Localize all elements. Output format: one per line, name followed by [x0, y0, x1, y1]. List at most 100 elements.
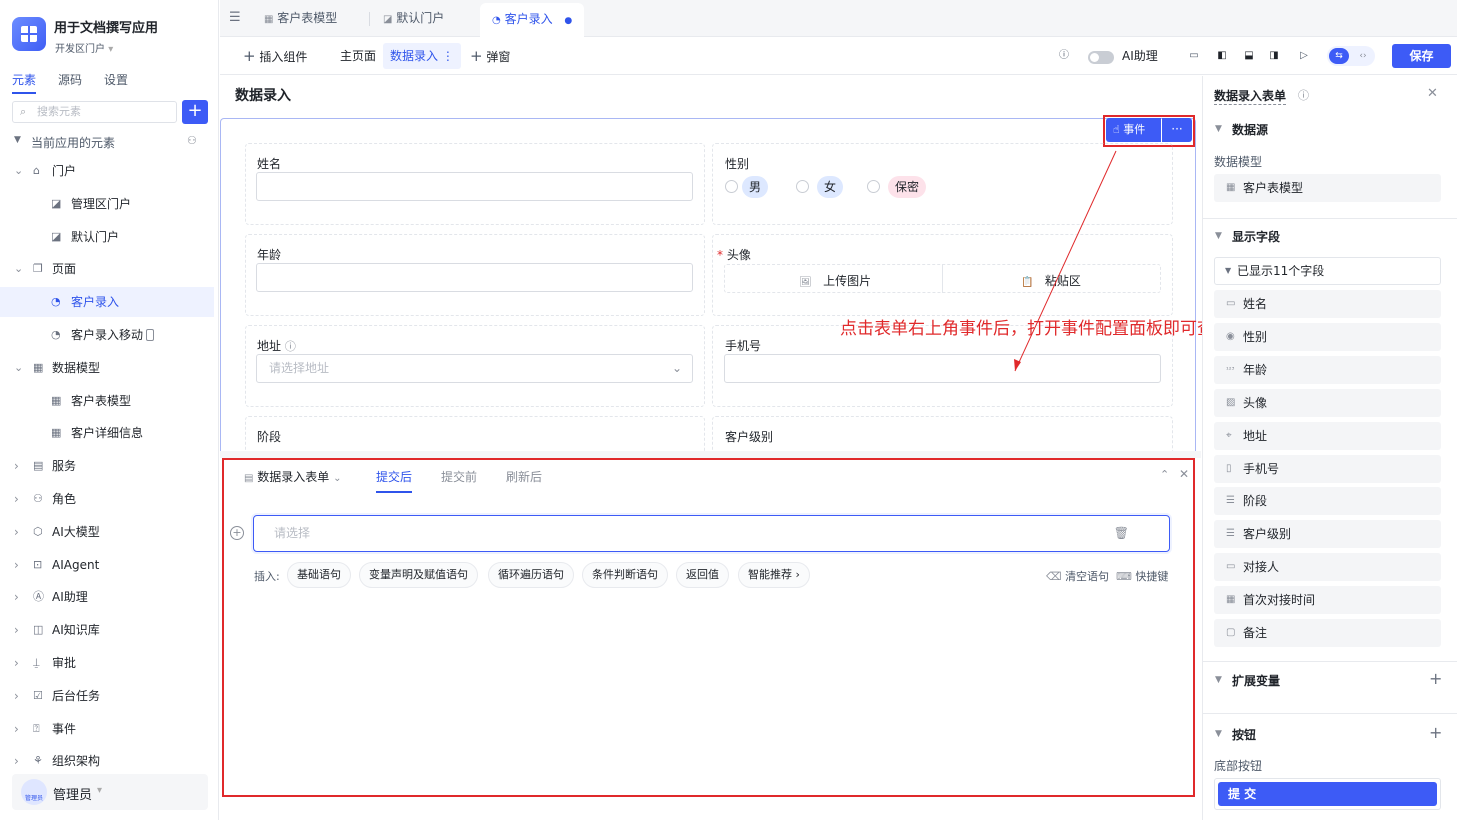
tree-item[interactable]: › ⬡ AI大模型 [0, 517, 214, 547]
ai-assistant-toggle[interactable] [1088, 51, 1114, 64]
display-field-item[interactable]: ◉ 性别 [1214, 322, 1441, 351]
tree-item[interactable]: › ⍊ 审批 [0, 648, 214, 678]
design-mode-icon[interactable]: ⇆ [1329, 48, 1349, 64]
popup-button[interactable]: + 弹窗 [470, 37, 510, 75]
caret-down-icon[interactable]: ▼ [1215, 124, 1222, 134]
collapse-sidebar-icon[interactable]: ☰ [229, 10, 241, 25]
submit-button[interactable]: 提 交 [1218, 782, 1437, 806]
chip-return-value[interactable]: 返回值 [676, 562, 729, 588]
form-selector[interactable]: ▤ 数据录入表单 ⌄ [244, 468, 342, 485]
tree-item[interactable]: ⌄ ⌂ 门户 [0, 156, 214, 186]
display-field-item[interactable]: ▭ 姓名 [1214, 290, 1441, 318]
tree-item[interactable]: ◔ 客户录入移动 [0, 320, 214, 350]
home-page-button[interactable]: 主页面 [340, 37, 376, 75]
chip-variable-statement[interactable]: 变量声明及赋值语句 [359, 562, 478, 588]
help-icon[interactable]: ⓘ [1056, 48, 1072, 64]
display-field-item[interactable]: ☰ 客户级别 [1214, 520, 1441, 549]
display-field-item[interactable]: ⌖ 地址 [1214, 421, 1441, 450]
display-field-item[interactable]: ▢ 备注 [1214, 619, 1441, 647]
chip-condition-statement[interactable]: 条件判断语句 [582, 562, 668, 588]
tree-item[interactable]: › ⚇ 角色 [0, 484, 214, 514]
tree-settings-icon[interactable]: ⚇ [187, 134, 197, 147]
tree-item[interactable]: ▦ 客户表模型 [0, 386, 214, 416]
close-icon[interactable]: ✕ [1427, 86, 1438, 101]
chevron-right-icon[interactable]: › [14, 451, 19, 481]
shortcut-button[interactable]: ⌨ 快捷键 [1116, 568, 1168, 584]
tab-after-refresh[interactable]: 刷新后 [506, 468, 542, 485]
tab-elements[interactable]: 元素 [12, 71, 37, 94]
add-ext-var-icon[interactable]: + [1429, 669, 1442, 688]
tab-customer-entry[interactable]: ◔ 客户录入 ● [480, 3, 585, 37]
view-mode-switch[interactable]: ⇆ ‹› [1327, 46, 1375, 66]
chip-loop-statement[interactable]: 循环遍历语句 [488, 562, 574, 588]
chevron-down-icon[interactable]: ⌄ [14, 353, 23, 383]
field-card-stage[interactable] [245, 416, 705, 456]
radio-male[interactable] [725, 180, 738, 193]
chip-basic-statement[interactable]: 基础语句 [287, 562, 351, 588]
tab-after-submit[interactable]: 提交后 [376, 468, 413, 493]
address-select[interactable]: 请选择地址 ⌄ [256, 354, 693, 383]
event-button[interactable]: ☝ 事件 [1106, 118, 1161, 142]
upload-image-button[interactable]: 🖼 上传图片 [799, 272, 871, 289]
chevron-down-icon[interactable]: ⌄ [14, 156, 23, 186]
code-mode-icon[interactable]: ‹› [1354, 48, 1372, 64]
add-statement-icon[interactable]: + [230, 526, 244, 540]
tab-before-submit[interactable]: 提交前 [441, 468, 477, 485]
display-field-item[interactable]: ▦ 首次对接时间 [1214, 586, 1441, 615]
chevron-right-icon[interactable]: › [14, 484, 19, 514]
tree-item[interactable]: ▦ 客户详细信息 [0, 418, 214, 448]
tree-item[interactable]: › ▤ 服务 [0, 451, 214, 481]
save-button[interactable]: 保存 [1392, 44, 1451, 68]
caret-down-icon[interactable]: ▼ [1215, 675, 1222, 685]
data-model-select[interactable]: ▦ 客户表模型 [1214, 174, 1441, 202]
field-card-level[interactable] [712, 416, 1173, 456]
chevron-right-icon[interactable]: › [14, 681, 19, 711]
display-field-item[interactable]: ▯ 手机号 [1214, 454, 1441, 483]
name-input[interactable] [256, 172, 693, 201]
caret-down-icon[interactable]: ▼ [1215, 231, 1222, 241]
radio-female[interactable] [796, 180, 809, 193]
portal-switcher[interactable]: 开发区门户 ▾ [55, 40, 113, 55]
clear-statements-button[interactable]: ⌫ 清空语句 [1046, 568, 1109, 584]
tree-item[interactable]: › ◫ AI知识库 [0, 615, 214, 645]
insert-component-button[interactable]: + 插入组件 [243, 37, 307, 75]
data-entry-page-button[interactable]: 数据录入 ⋮ [383, 43, 461, 69]
bottom-panel-icon[interactable]: ⬓ [1241, 48, 1257, 64]
close-icon[interactable]: ✕ [1179, 467, 1189, 481]
search-input[interactable]: ⌕ 搜索元素 [12, 101, 177, 123]
preview-play-icon[interactable]: ▷ [1296, 48, 1312, 64]
chevron-right-icon[interactable]: › [14, 615, 19, 645]
collapse-up-icon[interactable]: ⌃ [1160, 468, 1169, 481]
display-field-item[interactable]: ▨ 头像 [1214, 388, 1441, 417]
tree-item[interactable]: › ⚘ 组织架构 [0, 746, 214, 776]
tree-item[interactable]: › ⊡ AIAgent [0, 550, 214, 580]
chevron-down-icon[interactable]: ⌄ [14, 254, 23, 284]
tree-item[interactable]: ⌄ ▦ 数据模型 [0, 353, 214, 383]
chevron-right-icon[interactable]: › [14, 714, 19, 744]
layout-icon[interactable]: ▭ [1186, 48, 1202, 64]
left-panel-icon[interactable]: ◧ [1214, 48, 1230, 64]
shown-fields-toggle[interactable]: ▼ 已显示11个字段 [1214, 257, 1441, 285]
display-field-item[interactable]: ¹²³ 年龄 [1214, 355, 1441, 384]
chevron-right-icon[interactable]: › [14, 648, 19, 678]
tab-customer-model[interactable]: ▦ 客户表模型 [264, 0, 337, 37]
tree-item[interactable]: ◔ 客户录入 [0, 287, 214, 318]
radio-secret[interactable] [867, 180, 880, 193]
statement-select[interactable]: 请选择 🗑 [253, 515, 1170, 552]
trash-icon[interactable]: 🗑 [1114, 516, 1129, 551]
tree-item[interactable]: › ☑ 后台任务 [0, 681, 214, 711]
chevron-right-icon[interactable]: › [14, 746, 19, 776]
add-button-icon[interactable]: + [1429, 723, 1442, 742]
right-panel-icon[interactable]: ◨ [1266, 48, 1282, 64]
tree-item[interactable]: ◪ 管理区门户 [0, 189, 214, 219]
tab-default-portal[interactable]: ◪ 默认门户 [383, 0, 444, 37]
age-input[interactable] [256, 263, 693, 292]
caret-down-icon[interactable]: ▼ [1215, 729, 1222, 739]
tab-source[interactable]: 源码 [58, 71, 82, 88]
tree-item[interactable]: › ⍰ 事件 [0, 714, 214, 744]
user-bar[interactable]: 管理员 管理员 ▾ [12, 774, 208, 810]
tree-item[interactable]: ⌄ ❐ 页面 [0, 254, 214, 284]
chevron-right-icon[interactable]: › [14, 517, 19, 547]
help-circle-icon[interactable]: ⓘ [1298, 87, 1309, 103]
chevron-right-icon[interactable]: › [14, 550, 19, 580]
